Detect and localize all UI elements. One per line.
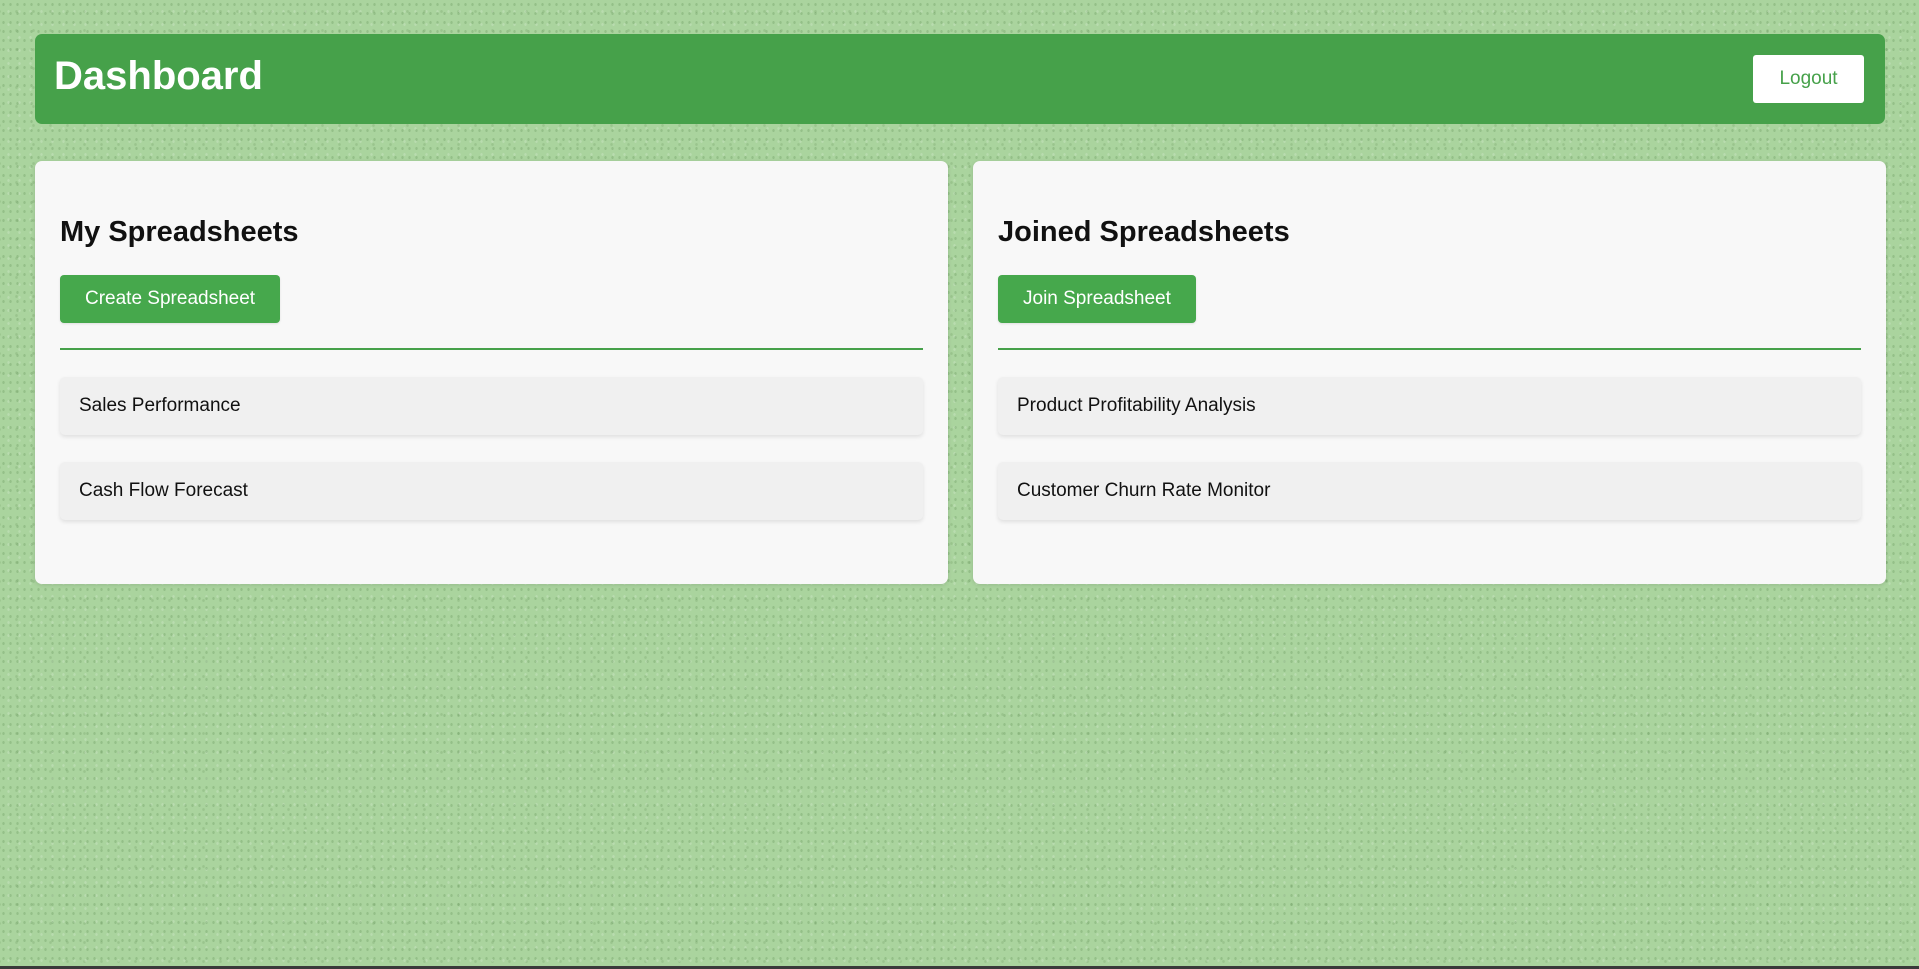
my-spreadsheets-heading: My Spreadsheets xyxy=(60,216,299,248)
logout-button[interactable]: Logout xyxy=(1753,55,1864,103)
my-spreadsheets-panel: My Spreadsheets Create Spreadsheet Sales… xyxy=(35,161,948,584)
join-spreadsheet-button[interactable]: Join Spreadsheet xyxy=(998,275,1196,323)
spreadsheet-list-item[interactable]: Customer Churn Rate Monitor xyxy=(998,462,1861,520)
page-title: Dashboard xyxy=(54,54,263,98)
section-divider xyxy=(998,348,1861,350)
joined-spreadsheets-heading: Joined Spreadsheets xyxy=(998,216,1290,248)
spreadsheet-list-item[interactable]: Cash Flow Forecast xyxy=(60,462,923,520)
section-divider xyxy=(60,348,923,350)
spreadsheet-list-item[interactable]: Sales Performance xyxy=(60,377,923,435)
create-spreadsheet-button[interactable]: Create Spreadsheet xyxy=(60,275,281,323)
joined-spreadsheets-panel: Joined Spreadsheets Join Spreadsheet Pro… xyxy=(973,161,1886,584)
spreadsheet-list-item[interactable]: Product Profitability Analysis xyxy=(998,377,1861,435)
top-header-bar: Dashboard Logout xyxy=(35,34,1885,124)
